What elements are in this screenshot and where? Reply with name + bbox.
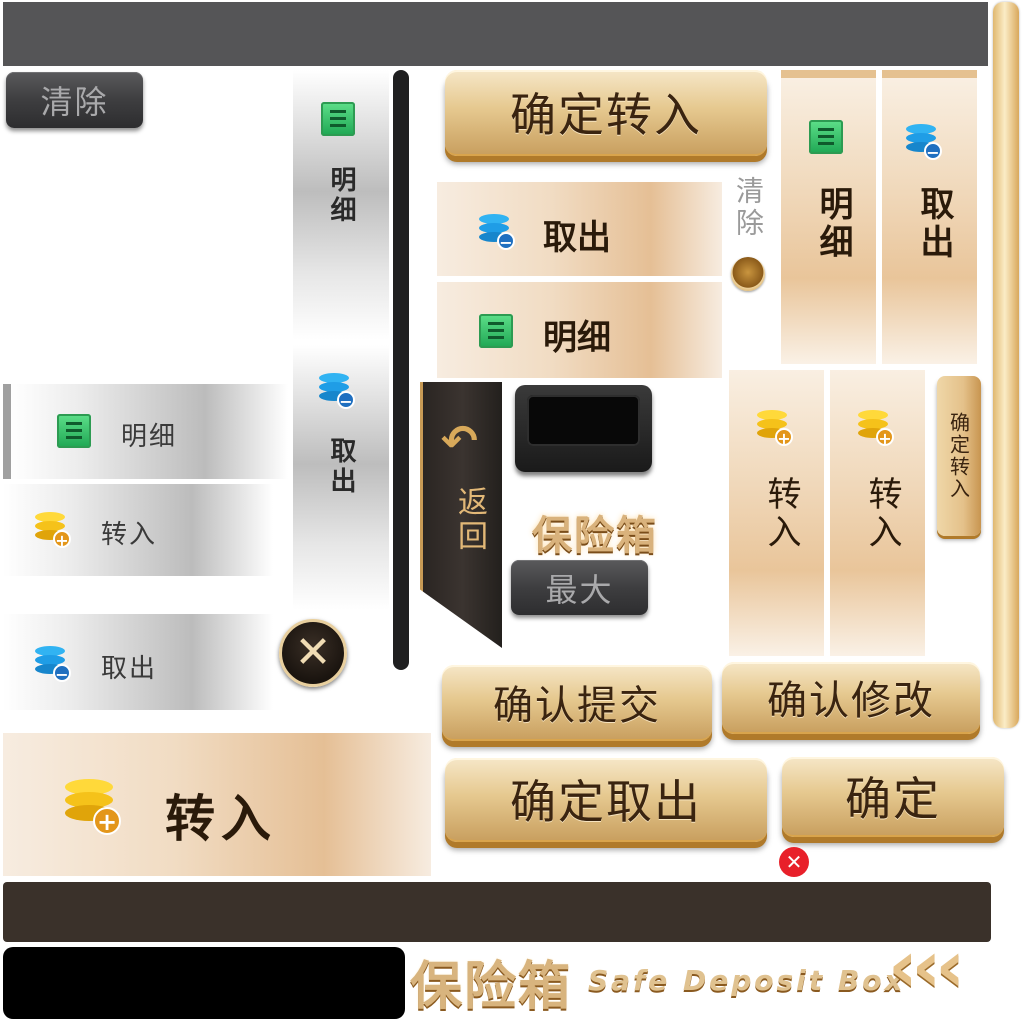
withdraw-coins-icon: − (906, 124, 942, 162)
tab-label: 明细 (121, 422, 178, 452)
tab-label: 转入 (761, 476, 801, 552)
withdraw-coins-icon: − (35, 646, 71, 684)
left-tab-deposit[interactable]: + 转入 (3, 484, 273, 576)
safe-title-small: 保险箱 (532, 513, 658, 559)
detail-icon (321, 102, 355, 136)
beige-vtab-withdraw[interactable]: − 取出 (882, 70, 977, 364)
clear-vertical-label[interactable]: 清除 (728, 176, 768, 240)
black-input-box[interactable] (3, 947, 405, 1019)
back-arrow-icon: ↶ (441, 416, 478, 467)
chevrons-left-icon: ‹‹‹ (888, 924, 965, 1008)
max-button[interactable]: 最大 (511, 560, 648, 615)
dark-scrollbar[interactable] (393, 70, 409, 670)
confirm-deposit-button[interactable]: 确定转入 (445, 70, 767, 156)
tab-label: 取出 (101, 654, 158, 684)
deposit-coins-icon: + (858, 410, 894, 448)
vertical-grey-tab-withdraw[interactable]: − 取出 (293, 345, 389, 610)
tab-label: 转入 (101, 520, 158, 550)
tab-label: 明细 (543, 318, 611, 358)
tab-label: 取出 (543, 218, 611, 258)
confirm-button[interactable]: 确定 (782, 757, 1004, 837)
beige-vtab-deposit-1[interactable]: + 转入 (729, 370, 824, 656)
detail-icon (57, 414, 91, 448)
left-tab-withdraw[interactable]: − 取出 (3, 614, 273, 710)
top-header-bar (3, 2, 988, 66)
beige-vtab-deposit-2[interactable]: + 转入 (830, 370, 925, 656)
dark-display-box (515, 385, 652, 472)
confirm-modify-button[interactable]: 确认修改 (722, 662, 980, 734)
detail-icon (479, 314, 513, 348)
beige-tab-detail[interactable]: 明细 (437, 282, 722, 378)
back-label: 返回 (452, 486, 487, 554)
confirm-deposit-small-button[interactable]: 确定转入 (937, 376, 981, 536)
red-close-icon[interactable]: ✕ (779, 847, 809, 877)
button-label: 确定转入 (946, 412, 971, 500)
tab-label: 明细 (813, 186, 853, 262)
vertical-grey-tab-detail[interactable]: 明细 (293, 70, 389, 340)
big-tab-deposit[interactable]: + 转入 (3, 733, 431, 876)
detail-icon (809, 120, 843, 154)
tab-label: 取出 (326, 437, 356, 497)
back-button[interactable]: ↶ 返回 (420, 382, 502, 648)
left-tab-detail[interactable]: 明细 (3, 384, 288, 479)
confirm-withdraw-button[interactable]: 确定取出 (445, 758, 767, 842)
deposit-coins-icon: + (35, 512, 71, 550)
beige-tab-withdraw[interactable]: − 取出 (437, 182, 722, 276)
tab-label: 转入 (862, 476, 902, 552)
safe-title-chinese: 保险箱 (410, 957, 573, 1017)
gold-scrollbar[interactable] (993, 2, 1019, 728)
deposit-coins-icon: + (757, 410, 793, 448)
footer-dark-bar (3, 882, 991, 942)
round-knob[interactable] (731, 257, 765, 291)
confirm-submit-button[interactable]: 确认提交 (442, 665, 712, 741)
tab-label: 明细 (326, 166, 356, 226)
clear-button[interactable]: 清除 (6, 72, 143, 128)
close-icon: ✕ (294, 627, 332, 678)
tab-label: 转入 (165, 790, 277, 848)
withdraw-coins-icon: − (319, 373, 355, 411)
tab-label: 取出 (914, 186, 954, 262)
close-button[interactable]: ✕ (279, 619, 347, 687)
beige-vtab-detail[interactable]: 明细 (781, 70, 876, 364)
withdraw-coins-icon: − (479, 214, 515, 252)
deposit-coins-icon: + (65, 779, 121, 835)
safe-title-english: Safe Deposit Box (588, 964, 906, 997)
